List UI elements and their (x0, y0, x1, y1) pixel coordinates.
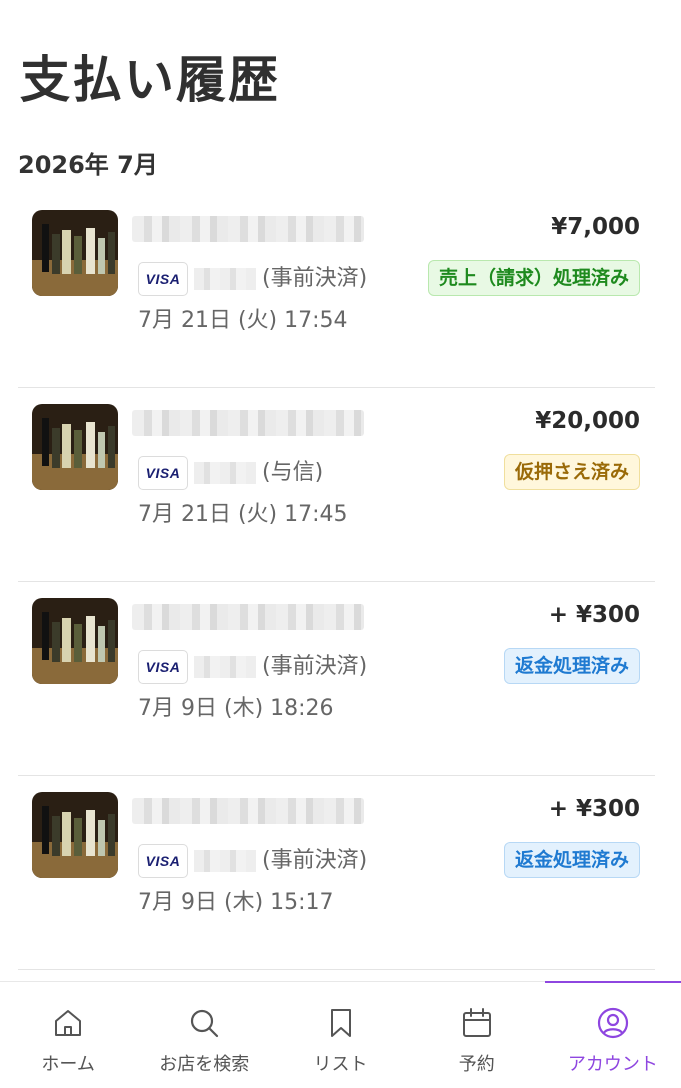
shop-thumbnail (32, 598, 118, 684)
card-number-blurred (194, 462, 256, 484)
nav-tab-reservation[interactable]: 予約 (409, 982, 545, 1088)
status-badge: 仮押さえ済み (503, 454, 640, 490)
shop-name-blurred (132, 604, 364, 630)
status-badge: 売上（請求）処理済み (427, 260, 640, 296)
payment-datetime: 7月 9日 (木) 15:17 (138, 890, 334, 915)
search-icon (191, 1009, 219, 1038)
home-icon (55, 1010, 82, 1036)
shop-thumbnail (32, 792, 118, 878)
status-badge: 返金処理済み (503, 648, 640, 684)
payment-item[interactable]: ¥20,000 VISA (与信) 仮押さえ済み 7月 21日 (火) 17:4… (18, 388, 655, 582)
visa-card-icon: VISA (138, 456, 188, 490)
nav-label: お店を検索 (159, 1054, 250, 1075)
calendar-icon (462, 1008, 491, 1037)
visa-card-icon: VISA (138, 262, 188, 296)
shop-name-blurred (132, 798, 364, 824)
payment-history-screen: 支払い履歴 2026年 7月 ¥7,000 VISA (事前決済) 売上（請求）… (0, 0, 681, 1088)
shop-name-blurred (132, 410, 364, 436)
payment-datetime: 7月 21日 (火) 17:54 (138, 308, 348, 333)
shop-thumbnail (32, 404, 118, 490)
payment-amount: ¥7,000 (551, 214, 640, 240)
nav-label: 予約 (458, 1054, 495, 1075)
bottom-navigation: ホーム お店を検索 リスト 予約 アカウント (0, 981, 681, 1088)
payment-method: (事前決済) (262, 848, 368, 873)
payment-item[interactable]: + ¥300 VISA (事前決済) 返金処理済み 7月 9日 (木) 15:1… (18, 776, 655, 970)
nav-tab-list[interactable]: リスト (272, 982, 408, 1088)
nav-tab-account[interactable]: アカウント (544, 981, 681, 1088)
account-icon (597, 1007, 629, 1039)
visa-card-icon: VISA (138, 844, 188, 878)
nav-tab-search[interactable]: お店を検索 (136, 982, 272, 1088)
nav-label: ホーム (41, 1054, 95, 1075)
visa-card-icon: VISA (138, 650, 188, 684)
shop-thumbnail (32, 210, 118, 296)
payment-datetime: 7月 21日 (火) 17:45 (138, 502, 348, 527)
shop-name-blurred (132, 216, 364, 242)
payment-method: (事前決済) (262, 266, 368, 291)
payment-item[interactable]: ¥7,000 VISA (事前決済) 売上（請求）処理済み 7月 21日 (火)… (18, 194, 655, 388)
card-number-blurred (194, 850, 256, 872)
card-number-blurred (194, 268, 256, 290)
card-number-blurred (194, 656, 256, 678)
nav-label: アカウント (567, 1054, 658, 1075)
nav-label: リスト (313, 1054, 368, 1075)
page-title: 支払い履歴 (20, 51, 280, 109)
payment-amount: + ¥300 (548, 796, 640, 822)
payment-method: (事前決済) (262, 654, 368, 679)
status-badge: 返金処理済み (503, 842, 640, 878)
nav-tab-home[interactable]: ホーム (0, 982, 136, 1088)
payment-method: (与信) (262, 460, 324, 485)
payment-amount: ¥20,000 (535, 408, 640, 434)
payment-datetime: 7月 9日 (木) 18:26 (138, 696, 334, 721)
payment-amount: + ¥300 (548, 602, 640, 628)
payment-item[interactable]: + ¥300 VISA (事前決済) 返金処理済み 7月 9日 (木) 18:2… (18, 582, 655, 776)
month-heading: 2026年 7月 (18, 151, 158, 179)
bookmark-icon (330, 1009, 351, 1037)
